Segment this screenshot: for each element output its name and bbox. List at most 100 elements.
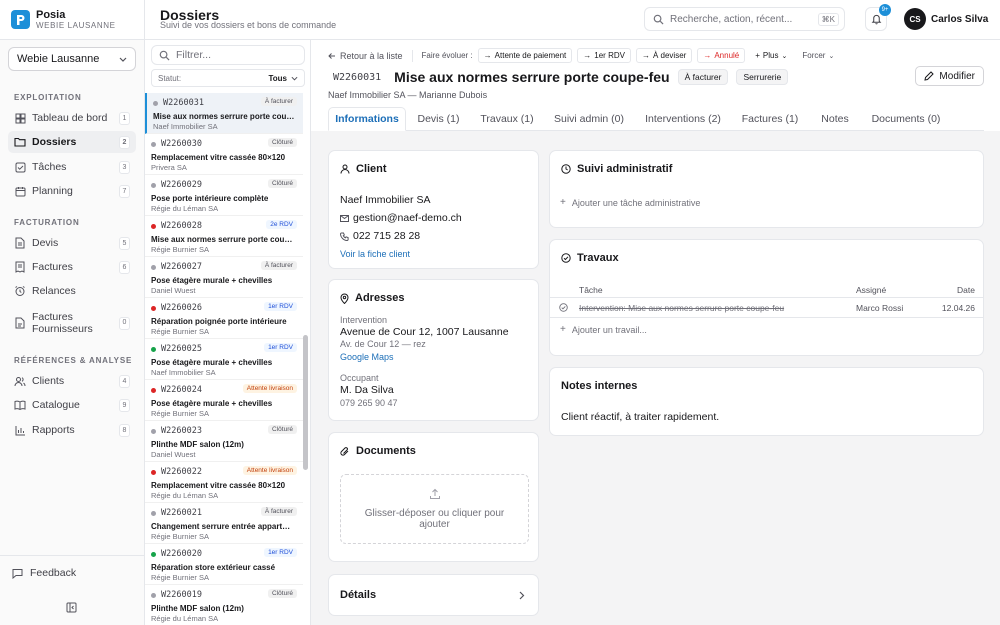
sidebar-item-dossiers[interactable]: Dossiers 2 (8, 131, 136, 153)
intervention-detail: Av. de Cour 12 — rez (340, 339, 426, 349)
sidebar-item-label: Tâches (32, 161, 67, 173)
sidebar-item-dashboard[interactable]: Tableau de bord 1 (8, 107, 136, 129)
tab-interventions[interactable]: Interventions (2) (635, 107, 731, 131)
list-item[interactable]: W2260030 Clôturé Remplacement vitre cassée… (145, 134, 303, 175)
sidebar-item-taches[interactable]: Tâches 3 (8, 156, 136, 178)
tab-devis[interactable]: Devis (1) (406, 107, 471, 131)
client-email[interactable]: gestion@naef-demo.ch (340, 212, 462, 224)
sidebar-item-rapports[interactable]: Rapports 8 (8, 419, 136, 441)
brand[interactable]: Posia WEBIE LAUSANNE (0, 0, 145, 40)
sidebar-item-catalogue[interactable]: Catalogue 9 (8, 394, 136, 416)
global-search[interactable]: Recherche, action, récent... ⌘K (644, 7, 845, 31)
tab-notes[interactable]: Notes (809, 107, 861, 131)
sidebar-item-clients[interactable]: Clients 4 (8, 370, 136, 392)
force-label: Forcer (802, 51, 826, 60)
list-item[interactable]: W2260031 À facturer Mise aux normes serrur… (145, 93, 303, 134)
list-item[interactable]: W2260021 À facturer Changement serrure ent… (145, 503, 303, 544)
column-header: Date (957, 285, 975, 295)
status-attente-paiement-button[interactable]: → Attente de paiement (477, 48, 573, 63)
client-heading: Client (356, 163, 387, 175)
status-a-deviser-button[interactable]: → À deviser (635, 48, 693, 63)
company-name: Webie Lausanne (17, 53, 100, 65)
filter-input[interactable]: Filtrer... (151, 45, 305, 65)
file-dropzone[interactable]: Glisser-déposer ou cliquer pour ajouter (340, 474, 529, 544)
action-label: Annulé (714, 51, 740, 60)
sidebar-item-label: Rapports (32, 424, 75, 436)
google-maps-link[interactable]: Google Maps (340, 352, 394, 362)
add-work-button[interactable]: + Ajouter un travail... (560, 324, 647, 335)
upload-icon (429, 488, 440, 499)
user-name[interactable]: Carlos Silva (931, 14, 988, 25)
list-item[interactable]: W2260028 2e RDV Mise aux normes serrure po… (145, 216, 303, 257)
receipt-icon (14, 261, 26, 273)
list-item[interactable]: W2260026 1er RDV Réparation poignée porte … (145, 298, 303, 339)
status-dot (151, 346, 156, 352)
sidebar-item-label: Devis (32, 237, 59, 249)
force-status-button[interactable]: Forcer ⌄ (802, 51, 834, 60)
addresses-card: Adresses Intervention Avenue de Cour 12,… (328, 279, 539, 421)
status-1er-rdv-button[interactable]: → 1er RDV (577, 48, 631, 63)
sidebar-footer: Feedback (0, 555, 144, 625)
status-dot (151, 387, 156, 393)
category-badge: Serrurerie (736, 69, 789, 85)
table-row[interactable]: Intervention: Mise aux normes serrure po… (550, 299, 983, 318)
status-dot (151, 305, 156, 311)
list-item[interactable]: W2260019 Clôturé Plinthe MDF salon (12m) Ré… (145, 585, 303, 625)
list-item-title: Mise aux normes serrure porte coupe-feu (151, 235, 293, 244)
status-dot (151, 264, 156, 270)
sidebar-item-factures-fournisseurs[interactable]: Factures Fournisseurs 0 (8, 308, 136, 338)
status-label: Statut: (158, 73, 182, 83)
occupant-phone[interactable]: 079 265 90 47 (340, 398, 398, 408)
feedback-label: Feedback (30, 567, 77, 579)
sidebar-item-relances[interactable]: Relances (8, 280, 136, 302)
status-annule-button[interactable]: → Annulé (697, 48, 746, 63)
bell-icon (871, 14, 881, 25)
status-badge: Clôturé (268, 425, 297, 434)
dossier-list-panel: Filtrer... Statut: Tous W2260031 À factur… (145, 40, 311, 625)
avatar[interactable]: CS (904, 8, 926, 30)
sidebar-item-planning[interactable]: Planning 7 (8, 180, 136, 202)
search-shortcut: ⌘K (817, 12, 839, 26)
tab-documents[interactable]: Documents (0) (861, 107, 951, 131)
list-item-client: Régie Burnier SA (151, 245, 209, 254)
tab-informations[interactable]: Informations (328, 107, 406, 131)
list-item[interactable]: W2260022 Attente livraison Remplacement vi… (145, 462, 303, 503)
arrow-left-icon (328, 52, 335, 59)
list-item-client: Régie du Léman SA (151, 614, 219, 623)
tab-suivi-admin[interactable]: Suivi admin (0) (543, 107, 635, 131)
client-phone-text: 022 715 28 28 (353, 230, 421, 242)
back-to-list-link[interactable]: Retour à la liste (328, 51, 403, 61)
admin-tracking-card: Suivi administratif + Ajouter une tâche a… (549, 150, 984, 228)
sidebar-item-count: 4 (119, 374, 130, 388)
sidebar-item-factures[interactable]: Factures 6 (8, 256, 136, 278)
company-select[interactable]: Webie Lausanne (8, 47, 136, 71)
collapse-sidebar-button[interactable] (66, 602, 77, 613)
edit-button[interactable]: Modifier (915, 66, 984, 86)
list-item-client: Régie Burnier SA (151, 327, 209, 336)
list-item-code: W2260021 (161, 508, 202, 518)
list-item[interactable]: W2260023 Clôturé Plinthe MDF salon (12m) Da… (145, 421, 303, 462)
tab-travaux[interactable]: Travaux (1) (471, 107, 543, 131)
brand-name: Posia (36, 8, 66, 21)
bar-chart-icon (14, 425, 26, 436)
sidebar-item-devis[interactable]: Devis 5 (8, 232, 136, 254)
feedback-button[interactable]: Feedback (12, 567, 76, 579)
calendar-icon (14, 186, 26, 197)
list-item-title: Pose étagère murale + chevilles (151, 276, 273, 285)
more-actions-button[interactable]: + Plus ⌄ (750, 48, 793, 63)
client-phone[interactable]: 022 715 28 28 (340, 230, 420, 242)
client-file-link[interactable]: Voir la fiche client (340, 249, 410, 259)
details-heading: Détails (340, 589, 377, 601)
list-scrollbar[interactable] (303, 335, 308, 470)
list-item[interactable]: W2260020 1er RDV Réparation store extérieu… (145, 544, 303, 585)
status-select[interactable]: Statut: Tous (151, 69, 305, 87)
details-card[interactable]: Détails (328, 574, 539, 616)
list-item[interactable]: W2260024 Attente livraison Pose étagère mu… (145, 380, 303, 421)
checklist-icon (14, 162, 26, 173)
list-item[interactable]: W2260029 Clôturé Pose porte intérieure com… (145, 175, 303, 216)
tab-factures[interactable]: Factures (1) (731, 107, 809, 131)
list-item-code: W2260025 (161, 344, 202, 354)
list-item[interactable]: W2260025 1er RDV Pose étagère murale + che… (145, 339, 303, 380)
add-admin-task-button[interactable]: + Ajouter une tâche administrative (560, 197, 700, 208)
list-item[interactable]: W2260027 À facturer Pose étagère murale + … (145, 257, 303, 298)
